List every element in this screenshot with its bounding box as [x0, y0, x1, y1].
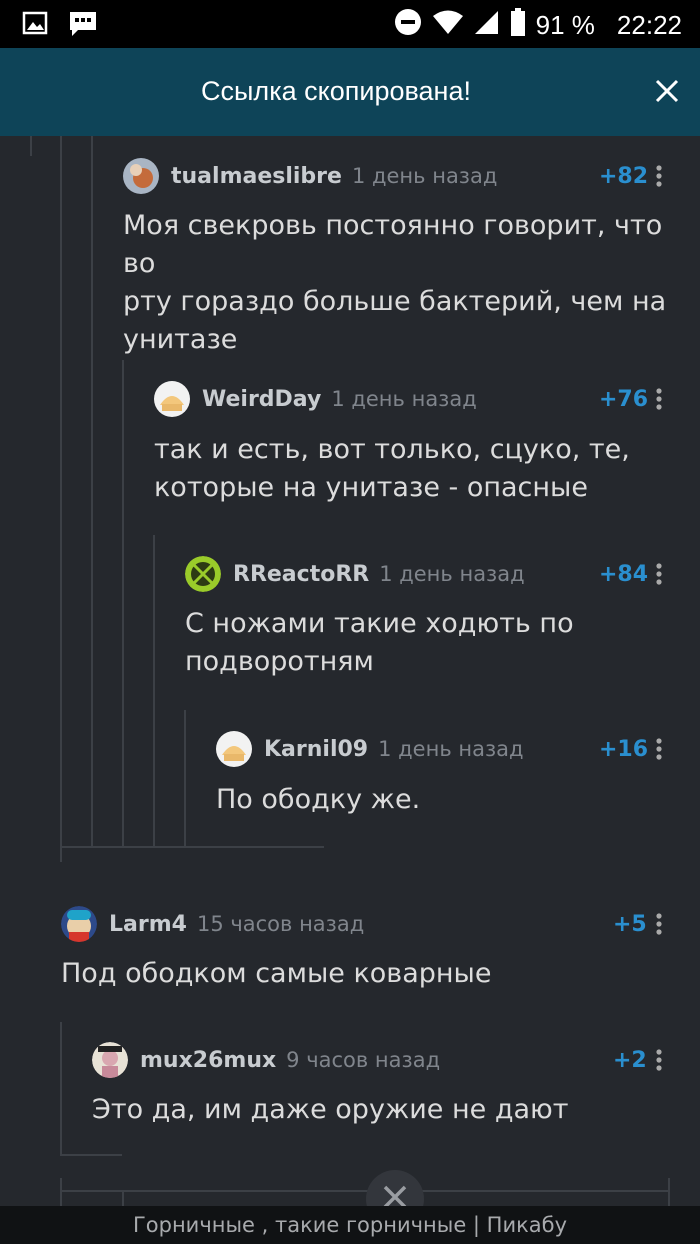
- more-icon[interactable]: [653, 162, 665, 190]
- page-title: Горничные , такие горничные | Пикабу: [132, 1213, 568, 1237]
- toast-notification: Ссылка скопирована!: [0, 48, 700, 136]
- comment-time: 1 день назад: [378, 737, 524, 761]
- rating[interactable]: +84: [599, 562, 648, 587]
- comment-line: унитазе: [123, 324, 238, 355]
- thread-line: [91, 136, 93, 848]
- comment: RReactoRR 1 день назад +84 С ножами таки…: [185, 554, 700, 684]
- avatar[interactable]: [123, 158, 159, 194]
- thread-line: [30, 136, 32, 156]
- rating[interactable]: +76: [599, 387, 648, 412]
- avatar[interactable]: [61, 906, 97, 942]
- comment-time: 9 часов назад: [286, 1048, 441, 1072]
- comment: tualmaeslibre 1 день назад +82 Моя свекр…: [123, 156, 700, 355]
- thread-line: [153, 535, 155, 848]
- signal-icon: [474, 9, 500, 42]
- rating[interactable]: +2: [613, 1048, 647, 1073]
- username[interactable]: WeirdDay: [202, 387, 321, 412]
- thread-line: [60, 1022, 62, 1156]
- comment-line: Моя свекровь постоянно говорит, что во: [123, 210, 663, 279]
- avatar[interactable]: [216, 731, 252, 767]
- avatar[interactable]: [185, 556, 221, 592]
- dnd-icon: [394, 8, 422, 43]
- image-icon: [22, 10, 48, 43]
- more-icon[interactable]: [653, 1046, 665, 1074]
- rating[interactable]: +5: [613, 912, 647, 937]
- comment-text: Под ободком самые коварные: [61, 955, 491, 993]
- rating[interactable]: +82: [599, 164, 648, 189]
- chat-icon: [68, 10, 98, 43]
- comment-time: 1 день назад: [331, 387, 477, 411]
- comment-time: 1 день назад: [379, 562, 525, 586]
- comment: Larm4 15 часов назад +5 Под ободком самы…: [61, 904, 700, 1004]
- thread-line: [122, 1190, 124, 1206]
- clock: 22:22: [616, 10, 682, 40]
- toast-message: Ссылка скопирована!: [201, 76, 471, 106]
- comment-text: По ободку же.: [216, 781, 420, 819]
- comment-line: рту гораздо больше бактерий, чем на: [123, 286, 667, 317]
- thread-line: [668, 1178, 670, 1206]
- thread-end-line: [62, 1154, 122, 1156]
- rating[interactable]: +16: [599, 737, 648, 762]
- comment: mux26mux 9 часов назад +2 Это да, им даж…: [92, 1040, 700, 1140]
- battery-percent: 91 %: [535, 10, 595, 40]
- avatar[interactable]: [92, 1042, 128, 1078]
- comment-line: так и есть, вот только, сцуко, те,: [154, 434, 630, 465]
- page-title-bar: Горничные , такие горничные | Пикабу: [0, 1206, 700, 1244]
- thread-line: [60, 1178, 62, 1206]
- username[interactable]: Karnil09: [264, 737, 368, 762]
- more-icon[interactable]: [653, 560, 665, 588]
- comment-text: Моя свекровь постоянно говорит, что во р…: [123, 207, 700, 359]
- username[interactable]: tualmaeslibre: [171, 164, 342, 189]
- status-bar: 91 % 22:22: [0, 0, 700, 48]
- comment-line: Под ободком самые коварные: [61, 958, 492, 989]
- comment-time: 1 день назад: [351, 164, 498, 188]
- comment-line: которые на унитазе - опасные: [154, 472, 588, 503]
- comment-time: 15 часов назад: [196, 912, 365, 936]
- username[interactable]: RReactoRR: [233, 562, 369, 587]
- comment-text: Это да, им даже оружие не дают: [92, 1091, 569, 1129]
- comment: WeirdDay 1 день назад +76 так и есть, во…: [154, 379, 700, 509]
- more-icon[interactable]: [653, 385, 665, 413]
- close-icon[interactable]: [652, 76, 682, 106]
- comment-text: С ножами такие ходють по подворотням: [185, 605, 574, 681]
- thread-line: [122, 360, 124, 848]
- more-icon[interactable]: [653, 735, 665, 763]
- thread-end-line: [62, 846, 324, 848]
- battery-icon: [510, 8, 526, 43]
- comment-line: С ножами такие ходють по: [185, 608, 574, 639]
- more-icon[interactable]: [653, 910, 665, 938]
- thread-line: [60, 136, 62, 862]
- comment: Karnil09 1 день назад +16 По ободку же.: [216, 729, 700, 819]
- comment-line: Это да, им даже оружие не дают: [92, 1094, 569, 1125]
- comment-text: так и есть, вот только, сцуко, те, котор…: [154, 431, 630, 507]
- comment-line: подворотням: [185, 646, 374, 677]
- thread-line: [184, 710, 186, 848]
- wifi-icon: [432, 9, 464, 42]
- avatar[interactable]: [154, 381, 190, 417]
- comment-line: По ободку же.: [216, 784, 421, 815]
- username[interactable]: Larm4: [109, 912, 187, 937]
- username[interactable]: mux26mux: [140, 1048, 276, 1073]
